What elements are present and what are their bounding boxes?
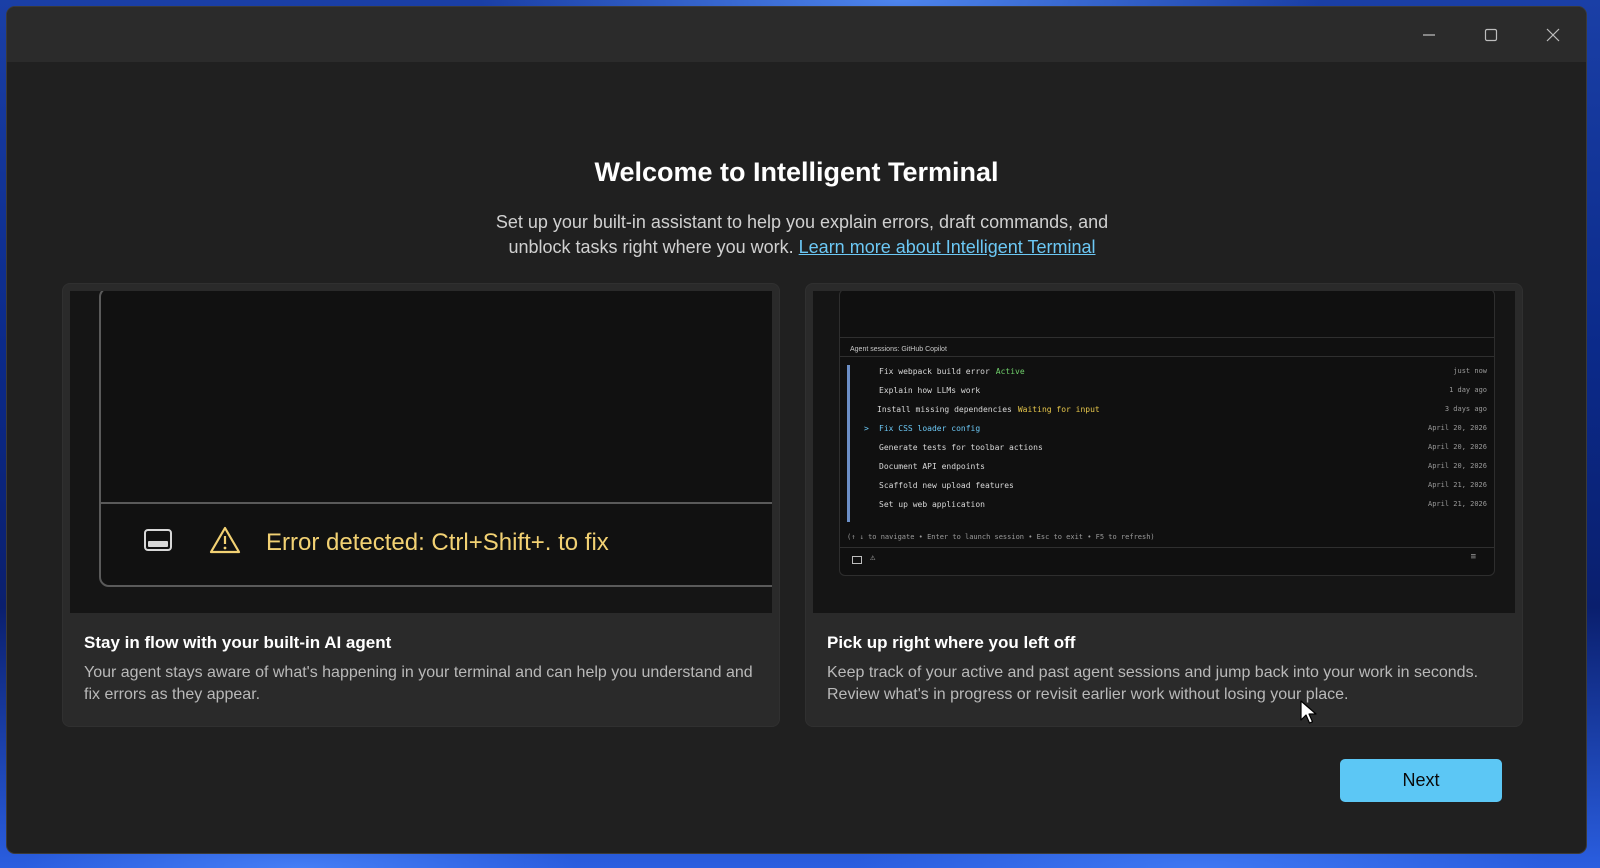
- mini-terminal: Agent sessions: GitHub Copilot Fix webpa…: [839, 291, 1495, 576]
- close-button[interactable]: [1522, 7, 1584, 62]
- session-title: Document API endpoints: [879, 462, 985, 471]
- session-row: Install missing dependencies Waiting for …: [840, 405, 1494, 417]
- menu-icon: ≡: [1470, 552, 1476, 562]
- session-time: April 21, 2026: [1427, 481, 1487, 489]
- sessions-preview: Agent sessions: GitHub Copilot Fix webpa…: [813, 291, 1515, 613]
- maximize-icon: [1484, 28, 1498, 41]
- terminal-icon: [144, 529, 172, 551]
- mini-divider: [840, 547, 1494, 548]
- session-title: Set up web application: [879, 500, 985, 509]
- session-time: 1 day ago: [1449, 386, 1487, 394]
- session-time: April 20, 2026: [1427, 462, 1487, 470]
- warning-icon: ⚠: [870, 553, 876, 563]
- session-time: April 20, 2026: [1427, 443, 1487, 451]
- mini-divider: [840, 337, 1494, 338]
- session-row: Scaffold new upload features April 21, 2…: [840, 481, 1494, 493]
- card-body: Your agent stays aware of what's happeni…: [84, 664, 753, 703]
- error-detected-text: Error detected: Ctrl+Shift+. to fix: [266, 529, 609, 556]
- session-row: Generate tests for toolbar actions April…: [840, 443, 1494, 455]
- terminal-icon: [852, 556, 862, 564]
- close-icon: [1546, 28, 1560, 41]
- session-row: Document API endpoints April 20, 2026: [840, 462, 1494, 474]
- session-title: Scaffold new upload features: [879, 481, 1014, 490]
- keyboard-help-text: (↑ ↓ to navigate • Enter to launch sessi…: [847, 533, 1155, 541]
- session-title: Fix CSS loader config: [879, 424, 981, 433]
- warning-icon: [209, 526, 241, 554]
- session-row: Explain how LLMs work 1 day ago: [840, 386, 1494, 398]
- terminal-divider: [101, 502, 772, 504]
- terminal-frame: Error detected: Ctrl+Shift+. to fix: [99, 291, 772, 587]
- session-title: Fix webpack build error: [879, 367, 990, 376]
- session-title: Install missing dependencies: [877, 405, 1012, 414]
- session-time: April 21, 2026: [1427, 500, 1487, 508]
- session-row: > Fix CSS loader config April 20, 2026: [840, 424, 1494, 436]
- mouse-cursor-icon: [1300, 700, 1317, 724]
- welcome-window: Welcome to Intelligent Terminal Set up y…: [7, 7, 1586, 853]
- selection-caret: >: [864, 424, 869, 433]
- session-status: Active: [995, 367, 1025, 376]
- minimize-button[interactable]: [1398, 7, 1460, 62]
- feature-card-sessions: Agent sessions: GitHub Copilot Fix webpa…: [805, 283, 1523, 727]
- session-time: April 20, 2026: [1427, 424, 1487, 432]
- sessions-header: Agent sessions: GitHub Copilot: [850, 346, 947, 353]
- card-heading: Stay in flow with your built-in AI agent: [84, 633, 392, 652]
- page-subtitle: Set up your built-in assistant to help y…: [467, 210, 1137, 260]
- next-button[interactable]: Next: [1340, 759, 1502, 802]
- title-bar[interactable]: [7, 7, 1586, 62]
- learn-more-link[interactable]: Learn more about Intelligent Terminal: [799, 237, 1096, 257]
- card-heading: Pick up right where you left off: [827, 633, 1076, 652]
- feature-card-ai-agent: Error detected: Ctrl+Shift+. to fix Stay…: [62, 283, 780, 727]
- maximize-button[interactable]: [1460, 7, 1522, 62]
- minimize-icon: [1423, 33, 1435, 36]
- session-time: just now: [1453, 367, 1487, 375]
- card-body: Keep track of your active and past agent…: [827, 664, 1479, 703]
- session-time: 3 days ago: [1444, 405, 1487, 413]
- session-row: Fix webpack build error Active just now: [840, 367, 1494, 379]
- session-row: Set up web application April 21, 2026: [840, 500, 1494, 512]
- mini-divider: [840, 356, 1494, 357]
- error-preview: Error detected: Ctrl+Shift+. to fix: [70, 291, 772, 613]
- page-title: Welcome to Intelligent Terminal: [594, 157, 999, 187]
- session-title: Explain how LLMs work: [879, 386, 981, 395]
- session-title: Generate tests for toolbar actions: [879, 443, 1043, 452]
- session-status: Waiting for input: [1017, 405, 1100, 414]
